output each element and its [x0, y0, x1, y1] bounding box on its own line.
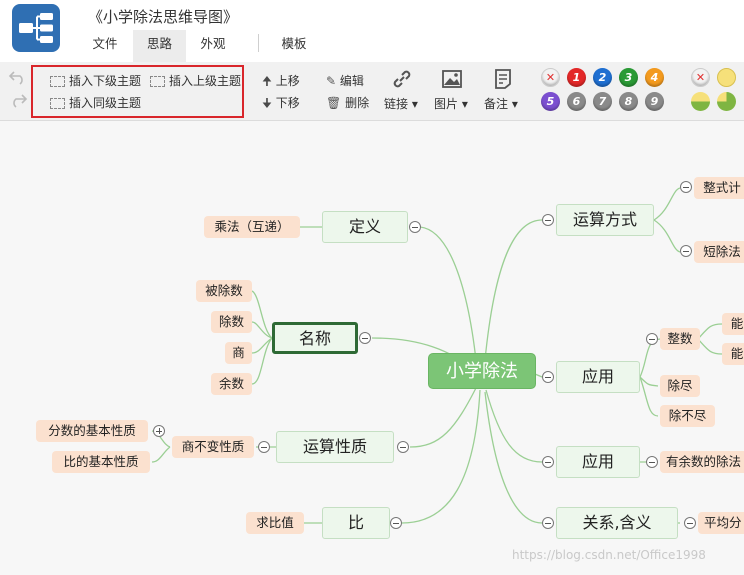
- leaf-ratio-value[interactable]: 求比值: [246, 512, 304, 534]
- topic-method[interactable]: 运算方式: [556, 204, 654, 236]
- leaf-remainder[interactable]: 余数: [211, 373, 252, 395]
- leaf-can-2[interactable]: 能: [722, 343, 744, 365]
- collapse-toggle-icon[interactable]: [684, 517, 696, 529]
- leaf-reciprocal[interactable]: 乘法（互递）: [204, 216, 300, 238]
- leaf-short-division[interactable]: 短除法: [694, 241, 744, 263]
- topic-application-2[interactable]: 应用: [556, 446, 640, 478]
- topic-property[interactable]: 运算性质: [276, 431, 394, 463]
- leaf-ratio-property[interactable]: 比的基本性质: [52, 451, 150, 473]
- mindmap-connectors: [151, 187, 723, 524]
- leaf-average[interactable]: 平均分: [698, 512, 744, 534]
- topic-application-1[interactable]: 应用: [556, 361, 640, 393]
- leaf-quotient[interactable]: 商: [225, 342, 252, 364]
- collapse-toggle-icon[interactable]: [680, 245, 692, 257]
- leaf-divisor[interactable]: 除数: [211, 311, 252, 333]
- topic-relation[interactable]: 关系,含义: [556, 507, 678, 539]
- leaf-not-divisible[interactable]: 除不尽: [660, 405, 715, 427]
- collapse-toggle-icon[interactable]: [397, 441, 409, 453]
- leaf-with-remainder[interactable]: 有余数的除法: [660, 451, 744, 473]
- leaf-fraction-property[interactable]: 分数的基本性质: [36, 420, 148, 442]
- collapse-toggle-icon[interactable]: [542, 371, 554, 383]
- collapse-toggle-icon[interactable]: [646, 333, 658, 345]
- collapse-toggle-icon[interactable]: [542, 517, 554, 529]
- watermark: https://blog.csdn.net/Office1998: [512, 548, 706, 562]
- topic-definition[interactable]: 定义: [322, 211, 408, 243]
- collapse-toggle-icon[interactable]: [680, 181, 692, 193]
- collapse-toggle-icon[interactable]: [542, 456, 554, 468]
- leaf-integer-calc[interactable]: 整式计: [694, 177, 744, 199]
- collapse-toggle-icon[interactable]: [258, 441, 270, 453]
- topic-names-selected[interactable]: 名称: [272, 322, 358, 354]
- leaf-exact[interactable]: 整数: [660, 328, 700, 350]
- expand-toggle-icon[interactable]: [153, 425, 165, 437]
- collapse-toggle-icon[interactable]: [359, 332, 371, 344]
- leaf-can-1[interactable]: 能: [722, 313, 744, 335]
- root-topic[interactable]: 小学除法: [428, 353, 536, 389]
- collapse-toggle-icon[interactable]: [409, 221, 421, 233]
- collapse-toggle-icon[interactable]: [390, 517, 402, 529]
- collapse-toggle-icon[interactable]: [646, 456, 658, 468]
- topic-ratio[interactable]: 比: [322, 507, 390, 539]
- collapse-toggle-icon[interactable]: [542, 214, 554, 226]
- leaf-invariant[interactable]: 商不变性质: [172, 436, 254, 458]
- leaf-divisible[interactable]: 除尽: [660, 375, 700, 397]
- leaf-dividend[interactable]: 被除数: [196, 280, 252, 302]
